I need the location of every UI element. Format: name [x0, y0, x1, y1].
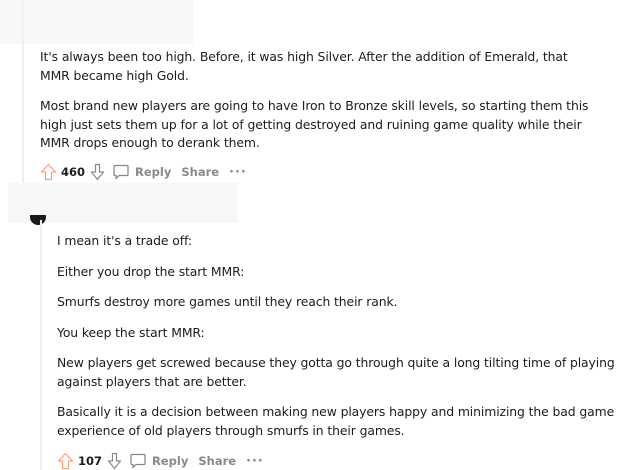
upvote-icon: [57, 452, 73, 470]
downvote-icon: [107, 452, 121, 470]
comment-thread: It's always been too high. Before, it wa…: [0, 0, 640, 470]
downvote-button[interactable]: [104, 450, 124, 470]
share-button[interactable]: Share: [176, 161, 224, 183]
upvote-button[interactable]: [55, 450, 75, 470]
comment-bubble-icon: [130, 453, 146, 469]
comment-actions: 107 Reply Share ···: [55, 449, 269, 470]
redacted-header: [0, 0, 193, 44]
comment-paragraph: Smurfs destroy more games until they rea…: [57, 294, 398, 309]
comment-actions: 460 Reply Share ···: [38, 160, 252, 184]
share-label: Share: [181, 165, 220, 179]
reply-button[interactable]: Reply: [124, 450, 193, 470]
comment-paragraph: It's always been too high. Before, it wa…: [40, 49, 568, 83]
comment-paragraph: Either you drop the start MMR:: [57, 263, 245, 279]
comment-body: I mean it's a trade off: Either you drop…: [57, 232, 617, 452]
vote-count: 460: [61, 165, 86, 179]
share-button[interactable]: Share: [193, 450, 241, 470]
comment-paragraph: Basically it is a decision between makin…: [57, 404, 615, 438]
reply-label: Reply: [135, 165, 172, 179]
comment-paragraph: You keep the start MMR:: [57, 324, 205, 340]
thread-line[interactable]: [22, 0, 24, 200]
comment-paragraph: I mean it's a trade off:: [57, 233, 192, 248]
more-options-button[interactable]: ···: [241, 450, 269, 470]
downvote-icon: [90, 163, 104, 181]
upvote-icon: [40, 163, 56, 181]
comment-paragraph: Most brand new players are going to have…: [40, 98, 589, 150]
thread-line[interactable]: [40, 220, 42, 470]
upvote-button[interactable]: [38, 161, 58, 183]
reply-label: Reply: [152, 454, 189, 468]
reply-button[interactable]: Reply: [107, 161, 176, 183]
comment-paragraph: New players get screwed because they got…: [57, 355, 615, 389]
comment-body: It's always been too high. Before, it wa…: [40, 48, 600, 165]
comment-bubble-icon: [113, 164, 129, 180]
share-label: Share: [198, 454, 237, 468]
more-options-button[interactable]: ···: [224, 161, 252, 183]
vote-count: 107: [78, 454, 103, 468]
downvote-button[interactable]: [87, 161, 107, 183]
avatar[interactable]: [30, 215, 46, 225]
